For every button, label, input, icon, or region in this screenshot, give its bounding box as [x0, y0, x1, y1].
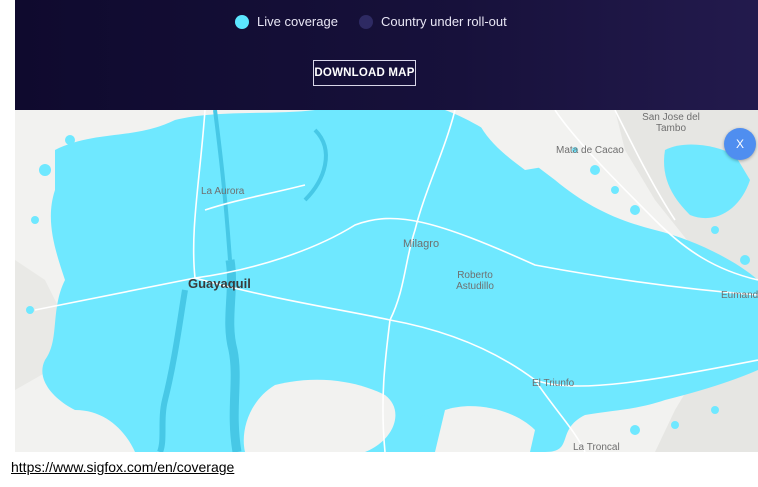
coverage-map[interactable]: San Jose del Tambo Mata de Cacao La Auro…	[15, 110, 758, 452]
map-canvas	[15, 110, 758, 452]
coverage-header: Live coverage Country under roll-out DOW…	[15, 0, 758, 110]
place-el-triunfo: El Triunfo	[532, 378, 575, 389]
source-link[interactable]: https://www.sigfox.com/en/coverage	[11, 459, 234, 475]
download-map-button[interactable]: DOWNLOAD MAP	[313, 60, 416, 86]
place-la-aurora: La Aurora	[201, 186, 245, 197]
place-roberto-astudillo: Roberto Astudillo	[456, 270, 494, 292]
legend-live-label: Live coverage	[257, 14, 338, 29]
place-la-troncal: La Troncal	[573, 442, 620, 452]
place-mata-de-cacao: Mata de Cacao	[556, 145, 624, 156]
coverage-legend: Live coverage Country under roll-out	[15, 14, 758, 34]
place-milagro: Milagro	[403, 238, 440, 250]
place-eumanda: Eumanda	[721, 290, 758, 301]
close-map-button[interactable]: X	[724, 128, 756, 160]
legend-live-coverage: Live coverage	[235, 14, 338, 29]
legend-rollout-label: Country under roll-out	[381, 14, 507, 29]
legend-rollout: Country under roll-out	[359, 14, 507, 29]
place-san-jose-del-tambo: San Jose del Tambo	[642, 112, 700, 134]
rollout-dot-icon	[359, 14, 373, 29]
place-guayaquil: Guayaquil	[188, 276, 251, 291]
live-coverage-dot-icon	[235, 14, 249, 29]
